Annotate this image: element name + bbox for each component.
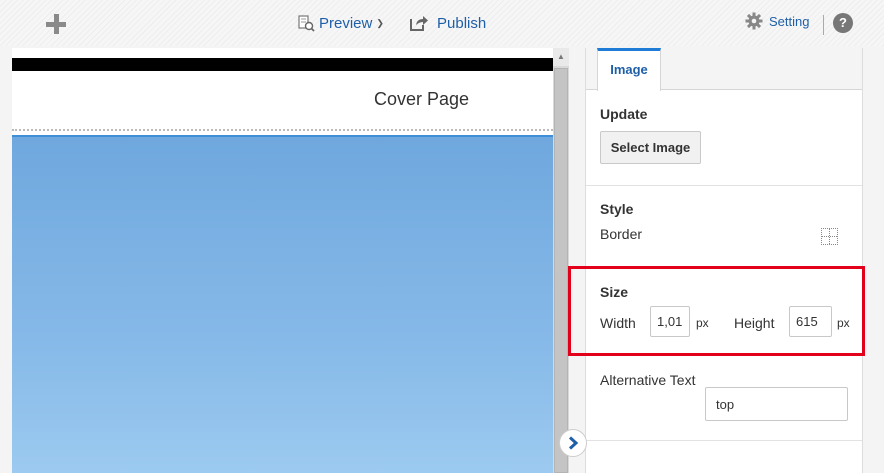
border-label: Border	[600, 226, 643, 242]
cover-image[interactable]	[12, 135, 553, 473]
canvas-scrollbar[interactable]: ▲	[553, 48, 569, 473]
width-input[interactable]	[650, 306, 690, 337]
page-canvas: Cover Page	[12, 48, 553, 473]
setting-label: Setting	[769, 13, 810, 29]
help-icon[interactable]: ?	[833, 13, 853, 33]
toolbar-divider	[823, 15, 824, 35]
style-section-title: Style	[600, 201, 634, 217]
preview-button[interactable]: Preview ❯	[297, 14, 384, 32]
update-section-title: Update	[600, 106, 648, 122]
top-toolbar: Preview ❯ Publish Setting ?	[0, 0, 884, 46]
width-unit: px	[696, 316, 709, 330]
publish-button[interactable]: Publish	[409, 14, 486, 32]
collapse-panel-button[interactable]	[559, 429, 587, 457]
section-divider	[12, 129, 553, 131]
scroll-thumb[interactable]	[554, 68, 568, 473]
setting-button[interactable]: Setting	[745, 12, 809, 30]
scroll-up-icon[interactable]: ▲	[553, 48, 569, 66]
section-separator	[586, 185, 862, 186]
publish-label: Publish	[437, 14, 487, 32]
height-unit: px	[837, 316, 850, 330]
height-label: Height	[734, 315, 775, 331]
section-separator	[586, 355, 862, 356]
publish-icon	[410, 16, 428, 31]
preview-icon	[298, 15, 315, 32]
height-input[interactable]	[789, 306, 832, 337]
alt-text-input[interactable]	[705, 387, 848, 421]
panel-tab-bar: Image	[586, 48, 862, 91]
gear-icon	[745, 12, 763, 30]
alt-text-label: Alternative Text	[600, 372, 696, 388]
section-separator	[586, 266, 862, 267]
border-icon[interactable]	[821, 228, 838, 245]
cover-page-title: Cover Page	[374, 89, 470, 109]
size-section-title: Size	[600, 284, 629, 300]
plus-icon[interactable]	[44, 12, 68, 36]
chevron-right-icon	[568, 436, 579, 450]
preview-label: Preview	[319, 14, 373, 32]
width-label: Width	[600, 315, 636, 331]
select-image-button[interactable]: Select Image	[600, 131, 701, 164]
page-header-bar	[12, 58, 553, 71]
section-separator	[586, 440, 862, 441]
properties-panel: Image Update Select Image Style Border S…	[585, 48, 863, 473]
tab-image[interactable]: Image	[597, 48, 661, 91]
chevron-down-icon: ❯	[376, 17, 384, 28]
